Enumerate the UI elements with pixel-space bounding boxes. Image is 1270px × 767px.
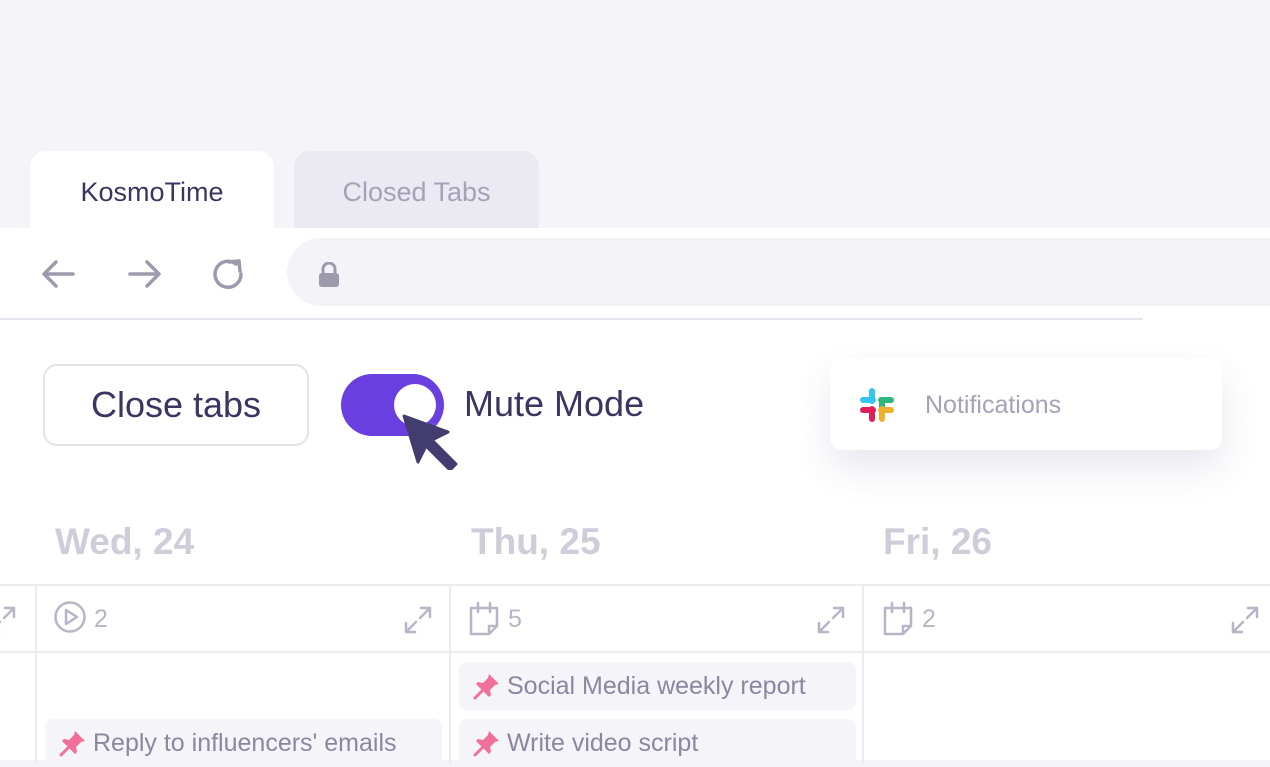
column-divider (449, 584, 451, 764)
lock-icon (319, 262, 339, 287)
task-count: 5 (508, 605, 522, 633)
column-divider (35, 584, 37, 764)
calendar-icon (883, 601, 913, 636)
day-heading-thu: Thu, 25 (471, 521, 601, 562)
forward-arrow-icon[interactable] (124, 254, 164, 294)
task-label: Reply to influencers' emails (93, 728, 397, 757)
task-item[interactable]: Social Media weekly report (459, 662, 856, 710)
day-heading-fri: Fri, 26 (883, 521, 992, 562)
play-circle-icon (54, 601, 86, 633)
tab-label: KosmoTime (80, 177, 224, 207)
task-label: Write video script (507, 728, 699, 757)
grid-line (0, 584, 1270, 586)
browser-window: Close tabs Mute Mode Notifications Wed, … (0, 228, 1270, 767)
tab-label: Closed Tabs (342, 177, 491, 207)
task-count: 2 (94, 605, 108, 633)
day-heading-wed: Wed, 24 (55, 521, 195, 562)
task-label: Social Media weekly report (507, 671, 806, 700)
expand-icon[interactable] (1229, 604, 1261, 636)
toolbar-divider (0, 318, 1143, 320)
close-tabs-button[interactable]: Close tabs (43, 364, 309, 446)
notifications-label: Notifications (925, 391, 1062, 419)
task-count: 2 (922, 605, 936, 633)
expand-icon[interactable] (402, 604, 434, 636)
column-divider (862, 584, 864, 764)
mute-mode-label: Mute Mode (464, 383, 645, 424)
grid-line (0, 651, 1270, 653)
tab-kosmotime[interactable]: KosmoTime (30, 151, 274, 231)
pin-icon (473, 731, 499, 757)
pin-icon (473, 674, 499, 700)
reload-icon[interactable] (208, 254, 248, 294)
address-bar[interactable] (287, 238, 1270, 306)
back-arrow-icon[interactable] (39, 254, 79, 294)
slack-icon (860, 388, 894, 422)
cursor-arrow-icon (402, 414, 458, 470)
calendar-icon (469, 601, 499, 636)
pin-icon (59, 731, 85, 757)
tab-closed-tabs[interactable]: Closed Tabs (294, 151, 539, 228)
notifications-card[interactable]: Notifications (830, 358, 1222, 450)
expand-icon[interactable] (815, 604, 847, 636)
expand-icon[interactable] (0, 604, 18, 636)
